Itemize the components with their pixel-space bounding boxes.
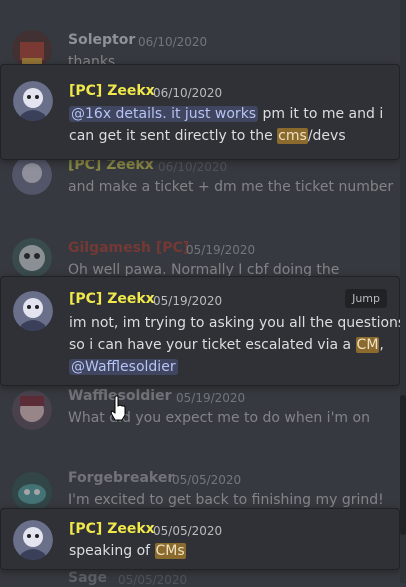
search-highlight: cms	[277, 128, 308, 144]
mention[interactable]: @Wafflesoldier	[69, 359, 178, 375]
timestamp: 06/10/2020	[138, 35, 208, 49]
author-name[interactable]: Gilgamesh [PC]	[68, 240, 189, 256]
avatar-zeekx[interactable]	[13, 81, 53, 121]
pinned-message-3[interactable]: [PC] Zeekx 05/05/2020 speaking of CMs	[0, 508, 400, 570]
message-text: pm it to me and i	[258, 106, 384, 122]
author-name[interactable]: Forgebreaker	[68, 470, 174, 486]
timestamp: 05/19/2020	[176, 391, 246, 405]
message-text: I'm excited to get back to finishing my …	[68, 492, 384, 508]
avatar-forgebreaker[interactable]	[12, 472, 52, 512]
message-text: and make a ticket + dm me the ticket num…	[68, 179, 394, 195]
message-text: im not, im trying to asking you all the …	[69, 315, 406, 331]
message-text: /devs	[307, 128, 346, 144]
pinned-message-1[interactable]: [PC] Zeekx 06/10/2020 @16x details. it j…	[0, 64, 400, 160]
hand-pointer-icon	[110, 395, 128, 421]
timestamp: 05/05/2020	[172, 473, 242, 487]
message-line: can get it sent directly to the cms/devs	[69, 128, 346, 144]
author-name[interactable]: [PC] Zeekx	[69, 521, 155, 537]
message-line: @Wafflesoldier	[69, 359, 178, 375]
timestamp: 06/10/2020	[153, 86, 223, 100]
message-text: speaking of	[69, 543, 155, 559]
scrollbar-thumb[interactable]	[400, 395, 406, 535]
message-line: so i can have your ticket escalated via …	[69, 337, 384, 353]
author-name[interactable]: Sage	[68, 570, 107, 586]
author-name[interactable]: [PC] Zeekx	[69, 291, 155, 307]
message-text: ,	[379, 337, 384, 353]
search-highlight: CMs	[154, 543, 186, 559]
jump-button[interactable]: Jump	[345, 289, 387, 308]
message-line: speaking of CMs	[69, 543, 186, 559]
message-text: can get it sent directly to the	[69, 128, 278, 144]
mention[interactable]: @16x details. it just works	[69, 106, 259, 122]
author-name[interactable]: Soleptor	[68, 32, 135, 48]
avatar-zeekx[interactable]	[13, 291, 53, 331]
timestamp: 05/05/2020	[153, 524, 223, 538]
timestamp: 05/19/2020	[186, 243, 256, 257]
avatar-zeekx[interactable]	[13, 520, 53, 560]
author-name[interactable]: [PC] Zeekx	[69, 83, 155, 99]
message-line: @16x details. it just works pm it to me …	[69, 106, 383, 122]
scrollbar-track[interactable]	[400, 0, 406, 583]
search-highlight: CM	[355, 337, 380, 353]
pinned-message-2[interactable]: [PC] Zeekx 05/19/2020 Jump im not, im tr…	[0, 276, 405, 386]
avatar-gilgamesh[interactable]	[12, 238, 52, 278]
message-text: so i can have your ticket escalated via …	[69, 337, 356, 353]
avatar-zeekx[interactable]	[12, 155, 52, 195]
timestamp: 05/19/2020	[153, 294, 223, 308]
timestamp: 05/05/2020	[118, 573, 188, 587]
timestamp: 06/10/2020	[158, 160, 228, 174]
avatar-wafflesoldier[interactable]	[12, 390, 52, 430]
